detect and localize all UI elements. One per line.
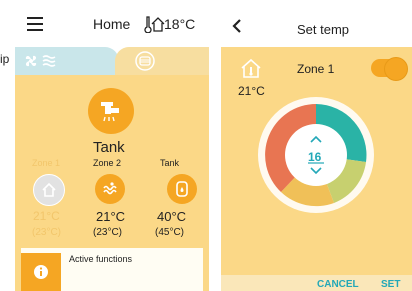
page-title: Set temp [297, 22, 350, 37]
zone1-button[interactable] [33, 174, 65, 206]
floor-heating-icon [103, 182, 117, 195]
zone2-label: Zone 2 [93, 158, 122, 168]
info-icon [34, 265, 48, 279]
active-functions-panel[interactable]: Active functions [21, 248, 203, 291]
house-icon [42, 182, 56, 197]
zone3-button[interactable] [167, 174, 197, 204]
tank-outline-icon [135, 51, 155, 71]
tab-hot-water[interactable] [115, 47, 209, 75]
set-button[interactable]: SET [381, 279, 400, 290]
tank-button[interactable] [88, 88, 134, 134]
outdoor-temp: 18°C [164, 16, 196, 32]
home-screen: Home 18°C Tank Zone 1 Zone 2 Tank 21°C 2… [15, 0, 209, 291]
zone2-current: 21°C [96, 209, 126, 224]
back-arrow-icon[interactable] [231, 19, 243, 33]
menu-icon[interactable] [27, 17, 43, 31]
outdoor-temp-icon [144, 16, 165, 33]
cropped-label: ip [0, 52, 10, 66]
home-header: Home 18°C [15, 0, 209, 47]
tab-bar [15, 47, 209, 75]
tank-label: Tank [93, 139, 125, 156]
faucet-icon [101, 102, 119, 122]
zone-label: Zone 1 [297, 62, 335, 76]
zone-toggle[interactable] [371, 57, 408, 81]
set-temp-screen: Set temp Zone 1 21°C 16 CANCEL SET [221, 0, 412, 291]
page-title: Home [93, 16, 131, 32]
zone1-label: Zone 1 [32, 158, 61, 168]
tank-icon [176, 181, 188, 197]
info-tile [21, 253, 61, 291]
set-temp-header: Set temp [221, 0, 412, 47]
tab-climate[interactable] [15, 47, 119, 75]
action-bar: CANCEL SET [221, 275, 412, 291]
active-functions-label: Active functions [69, 254, 133, 264]
toggle-knob [384, 57, 408, 81]
fan-wave-icon [25, 55, 56, 67]
zone2-button[interactable] [95, 174, 125, 204]
zone3-target: (45°C) [155, 227, 185, 238]
cancel-button[interactable]: CANCEL [317, 279, 359, 290]
zone2-target: (23°C) [93, 227, 123, 238]
zone1-target: (23°C) [32, 227, 62, 238]
zone3-label: Tank [160, 158, 180, 168]
house-thermometer-icon [241, 58, 261, 78]
setpoint-value: 16 [308, 150, 322, 164]
zone3-current: 40°C [157, 209, 187, 224]
zone1-current: 21°C [33, 209, 60, 223]
